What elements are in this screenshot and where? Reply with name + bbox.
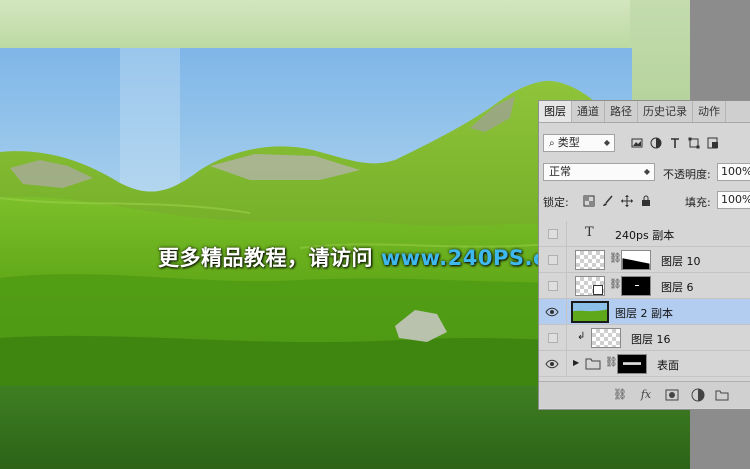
blend-mode-select[interactable]: 正常 ◆ bbox=[543, 163, 655, 181]
layer-name: 图层 10 bbox=[661, 255, 701, 268]
tab-history[interactable]: 历史记录 bbox=[638, 101, 693, 122]
opacity-label: 不透明度: bbox=[663, 168, 711, 181]
chevron-down-icon: ◆ bbox=[603, 138, 610, 147]
tab-layers[interactable]: 图层 bbox=[539, 101, 572, 122]
tab-paths[interactable]: 路径 bbox=[605, 101, 638, 122]
fx-icon[interactable]: fx bbox=[639, 388, 653, 402]
clipping-arrow-icon: ↲ bbox=[577, 331, 586, 342]
smart-object-filter-icon[interactable] bbox=[707, 137, 719, 149]
visibility-toggle[interactable] bbox=[548, 255, 558, 265]
layer-row-selected[interactable]: 图层 2 副本 bbox=[539, 299, 750, 325]
tab-actions[interactable]: 动作 bbox=[693, 101, 726, 122]
fill-label: 填充: bbox=[685, 196, 711, 209]
adjustment-layer-icon[interactable] bbox=[691, 388, 705, 402]
divider bbox=[566, 247, 567, 272]
layer-row[interactable]: T 240ps 副本 bbox=[539, 221, 750, 247]
new-group-icon[interactable] bbox=[715, 388, 729, 402]
eye-icon[interactable] bbox=[545, 305, 559, 319]
link-icon: ⛓ bbox=[609, 253, 622, 264]
shape-filter-icon[interactable] bbox=[688, 137, 700, 149]
mask-mark bbox=[635, 285, 639, 286]
lock-brush-icon[interactable] bbox=[602, 195, 614, 207]
layer-name: 图层 16 bbox=[631, 333, 671, 346]
layers-panel: 图层 通道 路径 历史记录 动作 ⌕ 类型 ◆ 正常 ◆ 不透明度: 100% 锁定… bbox=[538, 100, 750, 410]
panel-footer: ⛓ fx bbox=[539, 381, 750, 408]
opacity-field[interactable]: 100% bbox=[717, 163, 750, 181]
filter-kind-value: 类型 bbox=[557, 136, 580, 149]
expand-arrow-icon[interactable]: ▶ bbox=[573, 358, 579, 367]
visibility-toggle[interactable] bbox=[548, 333, 558, 343]
visibility-toggle[interactable] bbox=[548, 281, 558, 291]
image-filter-icon[interactable] bbox=[631, 137, 643, 149]
filter-row: ⌕ 类型 ◆ bbox=[539, 134, 750, 154]
add-mask-icon[interactable] bbox=[665, 388, 679, 402]
layer-thumbnail bbox=[575, 250, 605, 270]
lock-label: 锁定: bbox=[543, 196, 569, 209]
blend-row: 正常 ◆ 不透明度: 100% bbox=[539, 163, 750, 183]
folder-icon bbox=[585, 358, 601, 370]
layer-row[interactable]: ⛓ 图层 10 bbox=[539, 247, 750, 273]
layer-name: 表面 bbox=[657, 359, 679, 372]
adjustment-filter-icon[interactable] bbox=[650, 137, 662, 149]
filter-kind-select[interactable]: ⌕ 类型 ◆ bbox=[543, 134, 615, 152]
canvas-background-top bbox=[0, 0, 690, 48]
layer-row[interactable]: ↲ 图层 16 bbox=[539, 325, 750, 351]
divider bbox=[566, 221, 567, 246]
divider bbox=[566, 299, 567, 324]
layer-thumbnail bbox=[571, 301, 609, 323]
link-layers-icon[interactable]: ⛓ bbox=[613, 388, 627, 402]
tab-channels[interactable]: 通道 bbox=[572, 101, 605, 122]
layer-name: 240ps 副本 bbox=[615, 229, 675, 242]
layer-name: 图层 6 bbox=[661, 281, 694, 294]
divider bbox=[566, 273, 567, 298]
layer-mask-thumbnail bbox=[621, 276, 651, 296]
link-icon: ⛓ bbox=[605, 357, 618, 368]
fill-field[interactable]: 100% bbox=[717, 191, 750, 209]
search-icon: ⌕ bbox=[549, 138, 558, 149]
lock-move-icon[interactable] bbox=[621, 195, 633, 207]
lock-all-icon[interactable] bbox=[640, 195, 652, 207]
watermark-chinese: 更多精品教程，请访问 bbox=[158, 246, 381, 270]
blend-mode-value: 正常 bbox=[549, 165, 571, 178]
text-layer-icon: T bbox=[585, 225, 594, 240]
text-filter-icon[interactable] bbox=[669, 137, 681, 149]
visibility-toggle[interactable] bbox=[548, 229, 558, 239]
layer-thumbnail bbox=[591, 328, 621, 348]
layer-row[interactable]: ▶ ⛓ 表面 bbox=[539, 351, 750, 377]
panel-tabs: 图层 通道 路径 历史记录 动作 bbox=[539, 101, 750, 123]
layer-row[interactable]: ⛓ 图层 6 bbox=[539, 273, 750, 299]
smart-object-icon bbox=[593, 285, 603, 295]
chevron-down-icon: ◆ bbox=[643, 167, 650, 176]
watermark-text: 更多精品教程，请访问 www.240PS.com bbox=[158, 242, 583, 272]
lock-transparent-icon[interactable] bbox=[583, 195, 595, 207]
layer-mask-thumbnail bbox=[617, 354, 647, 374]
link-icon: ⛓ bbox=[609, 279, 622, 290]
lock-row: 锁定: 填充: 100% bbox=[539, 191, 750, 211]
layer-thumbnail bbox=[575, 276, 605, 296]
divider bbox=[566, 351, 567, 376]
layer-name: 图层 2 副本 bbox=[615, 307, 673, 320]
divider bbox=[566, 325, 567, 350]
eye-icon[interactable] bbox=[545, 357, 559, 371]
layer-mask-thumbnail bbox=[621, 250, 651, 270]
